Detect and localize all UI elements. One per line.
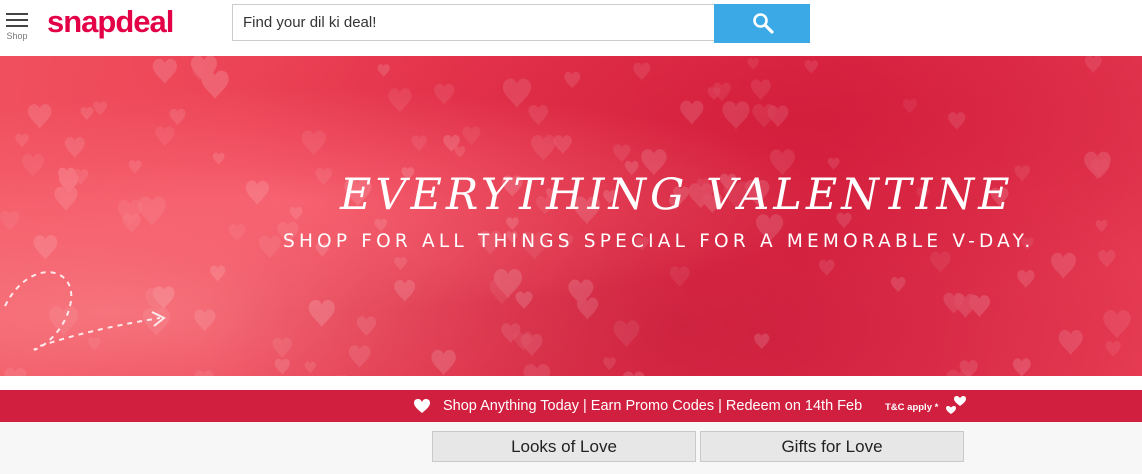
menu-button[interactable]: Shop bbox=[4, 11, 30, 43]
hamburger-icon bbox=[6, 13, 28, 15]
category-buttons: Looks of Love Gifts for Love bbox=[0, 422, 1142, 474]
banner-title: EVERYTHING VALENTINE bbox=[340, 170, 1014, 220]
search-button[interactable] bbox=[714, 4, 810, 43]
terms-link[interactable]: T&C apply * bbox=[885, 402, 938, 413]
search-icon bbox=[753, 13, 774, 34]
hearts-icon bbox=[946, 396, 966, 414]
banner-subtitle: SHOP FOR ALL THINGS SPECIAL FOR A MEMORA… bbox=[283, 231, 1035, 252]
header: Shop snapdeal bbox=[0, 0, 1142, 56]
search-input[interactable] bbox=[232, 4, 714, 41]
logo[interactable]: snapdeal bbox=[47, 4, 174, 40]
search-bar bbox=[232, 4, 810, 43]
promo-text: Shop Anything Today | Earn Promo Codes |… bbox=[443, 398, 863, 414]
hamburger-icon-line bbox=[6, 19, 28, 21]
hamburger-icon-line bbox=[6, 25, 28, 27]
gifts-for-love-button[interactable]: Gifts for Love bbox=[700, 431, 964, 462]
looks-of-love-button[interactable]: Looks of Love bbox=[432, 431, 696, 462]
valentine-banner[interactable]: EVERYTHING VALENTINE SHOP FOR ALL THINGS… bbox=[0, 56, 1142, 376]
heart-icon bbox=[414, 399, 430, 413]
menu-label: Shop bbox=[6, 31, 28, 41]
promo-strip[interactable]: Shop Anything Today | Earn Promo Codes |… bbox=[0, 390, 1142, 422]
